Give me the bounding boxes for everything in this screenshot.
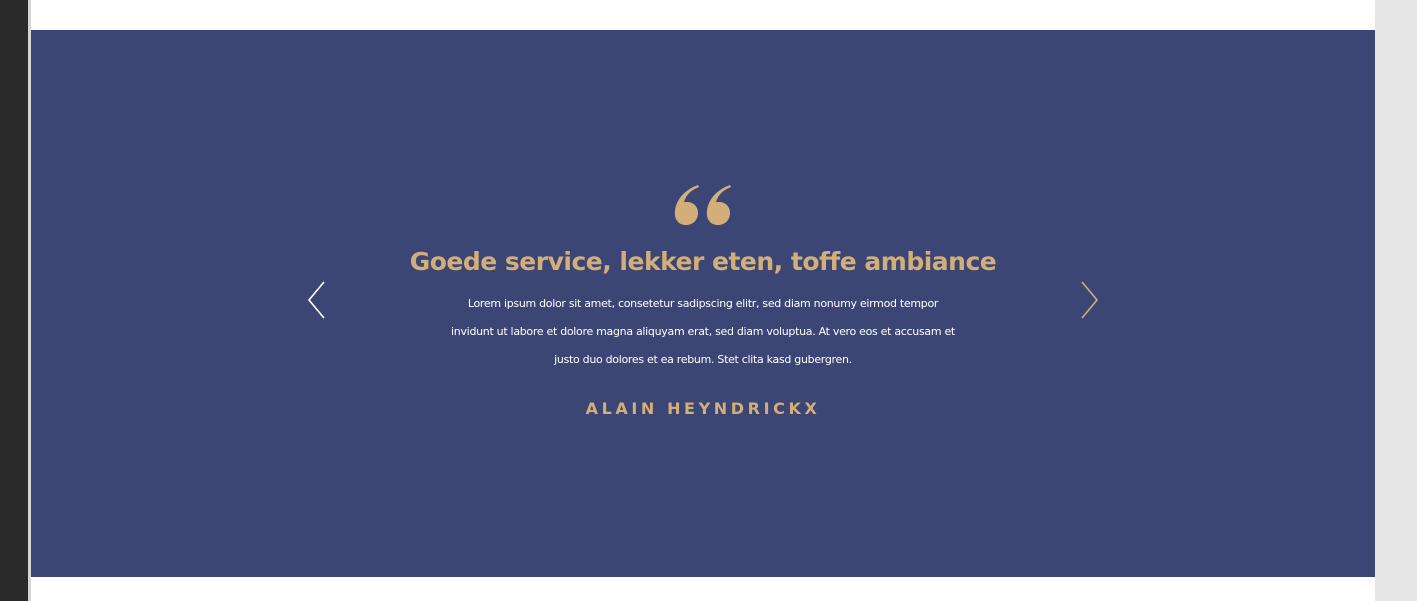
quote-icon: [672, 180, 734, 226]
next-slide-button[interactable]: [1074, 278, 1104, 322]
left-dark-strip: [0, 0, 28, 601]
page-bottom-area: [31, 577, 1375, 601]
testimonial-section: Goede service, lekker eten, toffe ambian…: [31, 30, 1375, 577]
previous-slide-button[interactable]: [302, 278, 332, 322]
right-grey-strip: [1375, 0, 1417, 601]
testimonial-body-line: invidunt ut labore et dolore magna aliqu…: [451, 325, 955, 338]
testimonial-body: Lorem ipsum dolor sit amet, consetetur s…: [423, 290, 983, 374]
page-top-area: [31, 0, 1375, 30]
chevron-right-icon: [1081, 281, 1099, 319]
chevron-left-icon: [307, 281, 325, 319]
testimonial-headline: Goede service, lekker eten, toffe ambian…: [409, 247, 997, 276]
testimonial-author: ALAIN HEYNDRICKX: [585, 399, 821, 418]
testimonial-body-line: Lorem ipsum dolor sit amet, consetetur s…: [467, 297, 939, 310]
page: Goede service, lekker eten, toffe ambian…: [0, 0, 1417, 601]
testimonial-body-line: justo duo dolores et ea rebum. Stet clit…: [554, 353, 852, 366]
